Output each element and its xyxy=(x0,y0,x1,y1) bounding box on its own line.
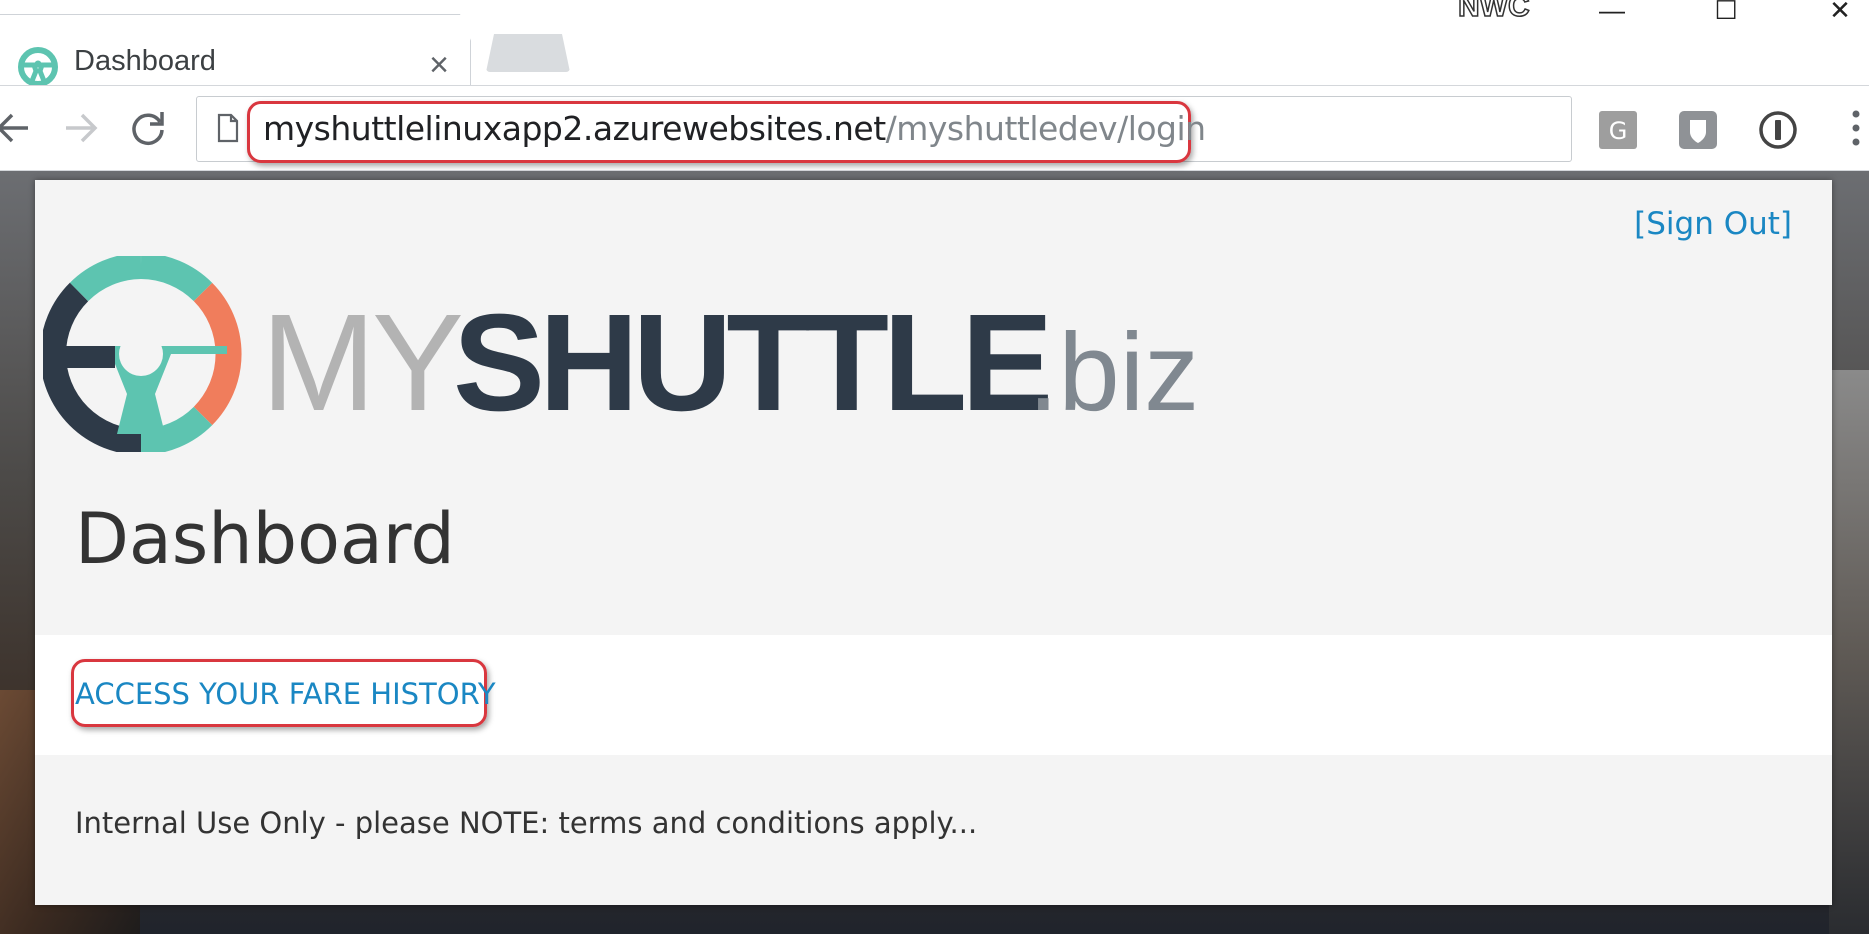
url-path: /myshuttledev/login xyxy=(885,109,1206,148)
page-info-icon[interactable] xyxy=(217,113,239,143)
svg-text:G: G xyxy=(1609,117,1628,145)
tab-title: Dashboard xyxy=(74,45,216,77)
logo-text-shuttle: SHUTTLE xyxy=(453,286,1048,440)
internal-use-note: Internal Use Only - please NOTE: terms a… xyxy=(75,806,978,840)
maximize-window-button[interactable]: ☐ xyxy=(1696,0,1756,30)
forward-arrow-icon[interactable] xyxy=(52,100,108,156)
browser-toolbar: myshuttlelinuxapp2.azurewebsites.net/mys… xyxy=(0,86,1869,171)
myshuttle-steering-wheel-icon xyxy=(18,47,58,87)
fare-history-section: ACCESS YOUR FARE HISTORY xyxy=(35,635,1832,755)
logo-text-biz: .biz xyxy=(1028,311,1199,434)
sign-out-link[interactable]: [Sign Out] xyxy=(1634,206,1792,242)
page-title: Dashboard xyxy=(75,498,455,580)
dashboard-page: [Sign Out] MY SHUTTLE .biz Dashboard ACC… xyxy=(35,180,1832,905)
myshuttle-logo: MY SHUTTLE .biz xyxy=(43,256,1199,452)
minimize-window-button[interactable]: — xyxy=(1582,0,1642,30)
fare-history-link[interactable]: ACCESS YOUR FARE HISTORY xyxy=(75,677,496,711)
url-text[interactable]: myshuttlelinuxapp2.azurewebsites.net/mys… xyxy=(263,109,1206,148)
back-arrow-icon[interactable] xyxy=(0,100,42,156)
1password-icon[interactable] xyxy=(1758,110,1798,150)
url-host: myshuttlelinuxapp2.azurewebsites.net xyxy=(263,109,886,148)
tab-close-icon[interactable]: × xyxy=(422,45,456,85)
google-translate-icon[interactable]: G xyxy=(1598,110,1638,150)
address-bar[interactable]: myshuttlelinuxapp2.azurewebsites.net/mys… xyxy=(196,96,1572,163)
browser-menu-icon[interactable] xyxy=(1846,106,1866,154)
reload-icon[interactable] xyxy=(120,100,176,156)
new-tab-button[interactable] xyxy=(486,34,570,72)
browser-titlebar: Dashboard × NWC — ☐ ✕ xyxy=(0,0,1869,87)
browser-tab[interactable]: Dashboard × xyxy=(0,14,471,87)
window-badge: NWC xyxy=(1457,0,1530,24)
ghostery-icon[interactable] xyxy=(1678,110,1718,150)
steering-wheel-icon xyxy=(43,256,242,452)
close-window-button[interactable]: ✕ xyxy=(1810,0,1869,30)
logo-text-my: MY xyxy=(261,286,462,440)
